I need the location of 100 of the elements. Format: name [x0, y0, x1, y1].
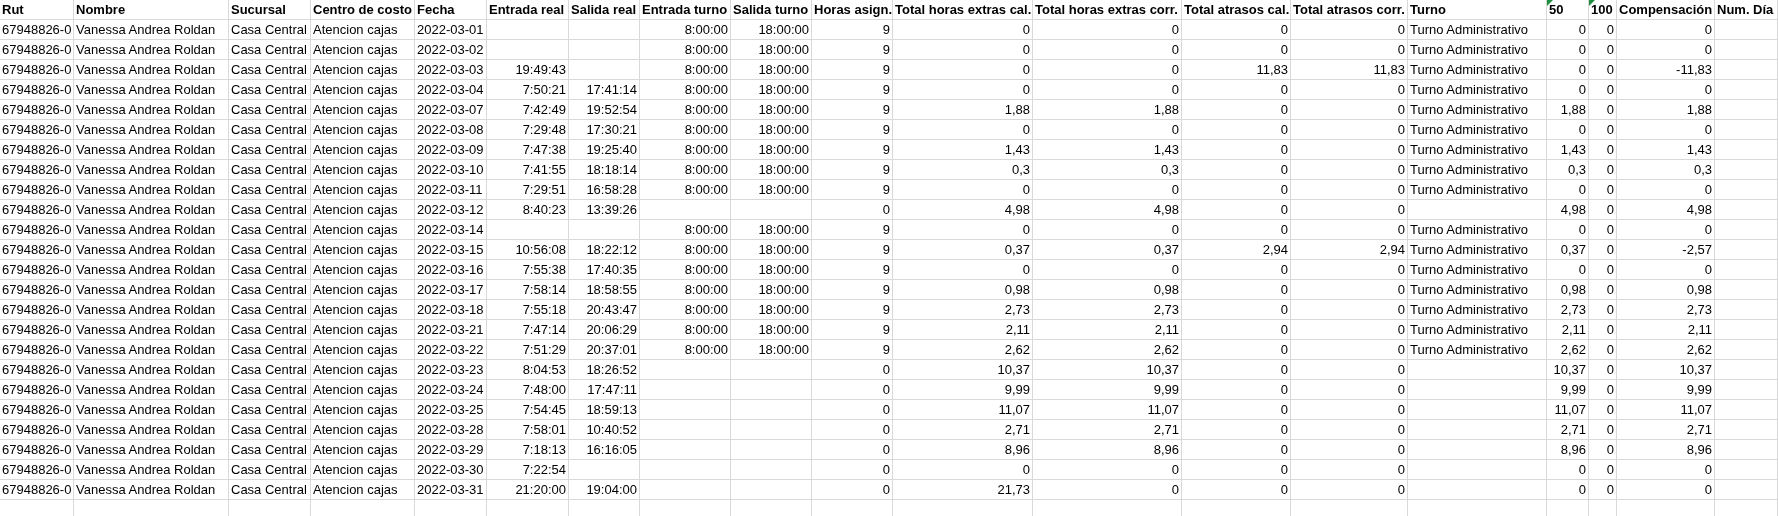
table-cell: 7:58:14 — [487, 280, 569, 300]
table-cell: 9 — [812, 80, 893, 100]
table-cell: 0 — [1291, 420, 1408, 440]
column-header: Compensación — [1617, 0, 1715, 20]
table-cell: 2,73 — [1547, 300, 1589, 320]
table-cell: 20:43:47 — [569, 300, 640, 320]
table-cell: 18:00:00 — [731, 300, 812, 320]
table-cell: 2022-03-17 — [415, 280, 487, 300]
table-cell: Turno Administrativo — [1408, 140, 1547, 160]
table-cell: 2,11 — [1547, 320, 1589, 340]
table-cell: Casa Central — [229, 440, 311, 460]
table-cell: Atencion cajas — [311, 20, 415, 40]
table-cell: 0 — [1589, 480, 1617, 500]
table-cell: 7:42:49 — [487, 100, 569, 120]
table-cell: 0 — [1182, 400, 1291, 420]
table-cell: Casa Central — [229, 160, 311, 180]
table-cell: 0 — [1547, 20, 1589, 40]
table-cell: 0 — [1033, 20, 1182, 40]
table-cell: 2022-03-16 — [415, 260, 487, 280]
table-cell: 9 — [812, 120, 893, 140]
table-cell: 2022-03-04 — [415, 80, 487, 100]
table-cell: 0,3 — [893, 160, 1033, 180]
table-cell: 16:58:28 — [569, 180, 640, 200]
table-cell: 9 — [812, 60, 893, 80]
table-cell: 4,98 — [1033, 200, 1182, 220]
column-header: Total atrasos corr. — [1291, 0, 1408, 20]
table-cell: 0 — [1589, 40, 1617, 60]
table-cell: 17:41:14 — [569, 80, 640, 100]
table-cell: 0 — [1182, 320, 1291, 340]
table-cell: 67948826-0 — [0, 100, 74, 120]
table-cell: 8:00:00 — [640, 240, 731, 260]
table-cell: 67948826-0 — [0, 240, 74, 260]
table-cell: 0 — [812, 420, 893, 440]
table-cell: 7:54:45 — [487, 400, 569, 420]
table-cell: Atencion cajas — [311, 40, 415, 60]
table-cell: 0 — [1589, 160, 1617, 180]
column-header: Salida real — [569, 0, 640, 20]
table-cell: Casa Central — [229, 300, 311, 320]
table-cell: 0 — [812, 360, 893, 380]
table-cell: 0 — [1617, 180, 1715, 200]
table-cell: Turno Administrativo — [1408, 60, 1547, 80]
table-cell: Casa Central — [229, 340, 311, 360]
table-cell: 17:30:21 — [569, 120, 640, 140]
table-cell: Atencion cajas — [311, 140, 415, 160]
table-cell: 0 — [1033, 260, 1182, 280]
table-cell: 18:00:00 — [731, 140, 812, 160]
table-cell: 21,73 — [893, 480, 1033, 500]
table-cell: 0 — [1291, 200, 1408, 220]
table-cell: 1,43 — [1547, 140, 1589, 160]
table-cell: 0 — [1291, 120, 1408, 140]
table-cell: Turno Administrativo — [1408, 300, 1547, 320]
table-cell: 2,62 — [1617, 340, 1715, 360]
table-cell: Vanessa Andrea Roldan — [74, 60, 229, 80]
table-cell: 0 — [1589, 120, 1617, 140]
table-cell: 0 — [1182, 200, 1291, 220]
table-cell: 0 — [893, 220, 1033, 240]
table-cell: 8:00:00 — [640, 280, 731, 300]
table-cell: Vanessa Andrea Roldan — [74, 180, 229, 200]
table-cell: 0,98 — [893, 280, 1033, 300]
table-cell: 18:59:13 — [569, 400, 640, 420]
table-cell: 0 — [1617, 220, 1715, 240]
table-cell: 67948826-0 — [0, 200, 74, 220]
table-cell: Turno Administrativo — [1408, 320, 1547, 340]
table-cell: 9 — [812, 140, 893, 160]
table-cell: 18:00:00 — [731, 180, 812, 200]
empty-cell — [1715, 260, 1778, 280]
table-cell: 2,62 — [893, 340, 1033, 360]
table-cell: 7:47:38 — [487, 140, 569, 160]
table-cell: Vanessa Andrea Roldan — [74, 400, 229, 420]
table-cell: 67948826-0 — [0, 60, 74, 80]
table-cell: 0,98 — [1033, 280, 1182, 300]
table-cell: 0 — [1291, 300, 1408, 320]
table-cell: 0,37 — [893, 240, 1033, 260]
table-cell: 13:39:26 — [569, 200, 640, 220]
table-cell: Atencion cajas — [311, 460, 415, 480]
table-cell: 9 — [812, 40, 893, 60]
table-cell: Atencion cajas — [311, 440, 415, 460]
table-cell: 7:41:55 — [487, 160, 569, 180]
table-cell: 11,83 — [1182, 60, 1291, 80]
table-cell: Vanessa Andrea Roldan — [74, 360, 229, 380]
table-cell: -2,57 — [1617, 240, 1715, 260]
table-cell: 0 — [1617, 480, 1715, 500]
table-cell: 11,07 — [1547, 400, 1589, 420]
column-header: Total horas extras corr. — [1033, 0, 1182, 20]
table-cell: Atencion cajas — [311, 380, 415, 400]
table-cell: 0 — [1291, 460, 1408, 480]
table-cell: 0 — [1291, 140, 1408, 160]
table-cell: 0 — [812, 200, 893, 220]
table-cell: 1,88 — [1547, 100, 1589, 120]
empty-cell — [1715, 360, 1778, 380]
table-cell: 2,94 — [1291, 240, 1408, 260]
table-cell: Casa Central — [229, 240, 311, 260]
table-cell: 7:55:18 — [487, 300, 569, 320]
table-cell: 0,98 — [1547, 280, 1589, 300]
table-cell: Atencion cajas — [311, 280, 415, 300]
table-cell: 8:00:00 — [640, 80, 731, 100]
table-cell: 0 — [1182, 280, 1291, 300]
table-cell: Vanessa Andrea Roldan — [74, 420, 229, 440]
table-cell: 0 — [1291, 280, 1408, 300]
table-cell: 18:00:00 — [731, 340, 812, 360]
